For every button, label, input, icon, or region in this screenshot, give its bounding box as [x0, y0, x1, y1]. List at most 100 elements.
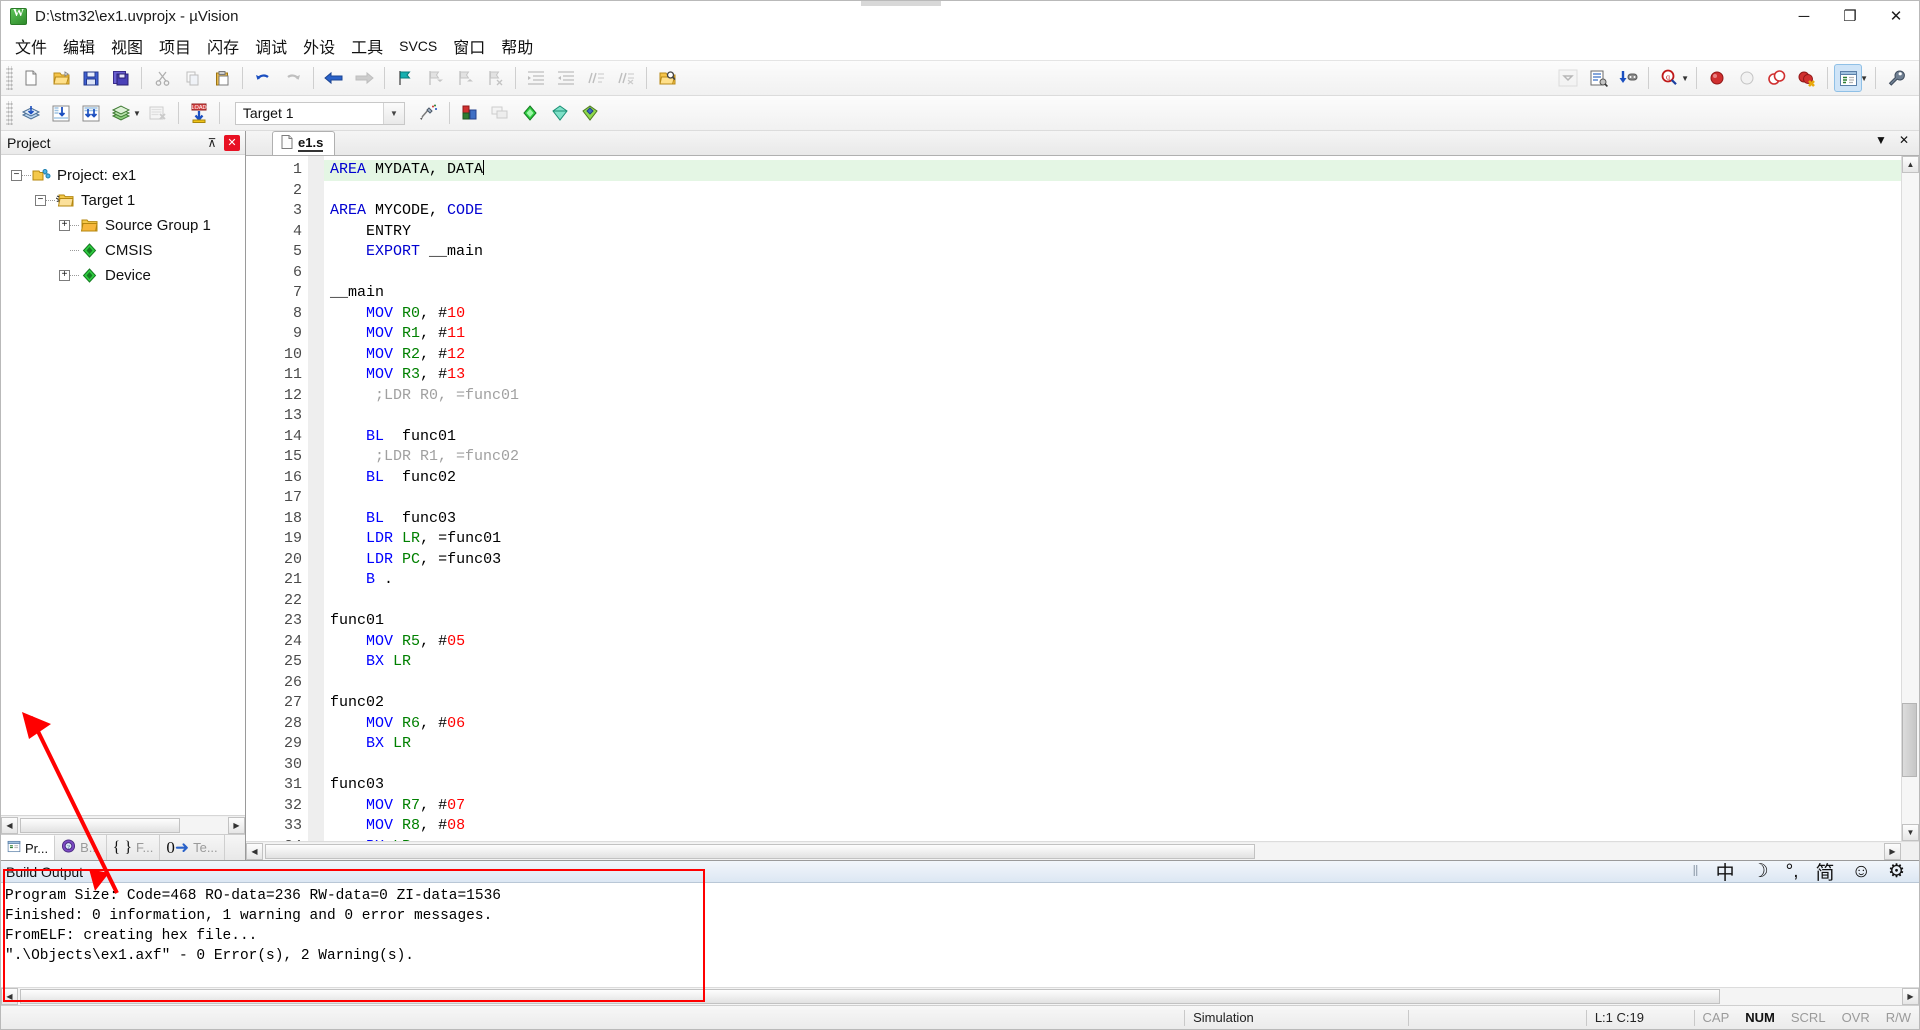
pack-installer-icon[interactable]: [516, 99, 544, 127]
code-line[interactable]: AREA MYCODE, CODE: [330, 201, 1901, 222]
cut-icon[interactable]: [148, 64, 176, 92]
tree-item-cmsis[interactable]: CMSIS: [1, 238, 245, 263]
multi-project-icon[interactable]: [486, 99, 514, 127]
project-window-icon[interactable]: [1834, 64, 1863, 92]
menu-item-view[interactable]: 视图: [103, 31, 151, 61]
menu-item-edit[interactable]: 编辑: [55, 31, 103, 61]
ime-settings-icon[interactable]: ⚙: [1888, 860, 1905, 883]
save-all-icon[interactable]: [107, 64, 135, 92]
menu-item-help[interactable]: 帮助: [493, 31, 541, 61]
expander-collapse-icon[interactable]: −: [35, 195, 46, 206]
pin-icon[interactable]: ⊼: [203, 134, 221, 152]
hscroll-track[interactable]: [263, 842, 1884, 860]
code-line[interactable]: [330, 406, 1901, 427]
ime-punctuation-icon[interactable]: °,: [1786, 861, 1799, 883]
code-line[interactable]: MOV R1, #11: [330, 324, 1901, 345]
toolbar-grip[interactable]: [6, 101, 13, 125]
code-line[interactable]: MOV R5, #05: [330, 632, 1901, 653]
code-line[interactable]: BL func01: [330, 427, 1901, 448]
menu-item-project[interactable]: 项目: [151, 31, 199, 61]
find-in-files-icon[interactable]: [653, 64, 681, 92]
debug-settings-icon[interactable]: [1614, 64, 1642, 92]
menu-item-file[interactable]: 文件: [7, 31, 55, 61]
vscroll-thumb[interactable]: [1902, 703, 1917, 777]
code-line[interactable]: MOV R8, #08: [330, 816, 1901, 837]
code-editor[interactable]: 1 2 3 4 5 6 7 8 9 10 11 12 13 14 15 16 17 18 19 20 21 22 23 24 2…: [246, 156, 1901, 841]
uncomment-icon[interactable]: [612, 64, 640, 92]
code-line[interactable]: ENTRY: [330, 222, 1901, 243]
translate-icon[interactable]: [17, 99, 45, 127]
stop-build-icon[interactable]: [144, 99, 172, 127]
code-line[interactable]: ;LDR R1, =func02: [330, 447, 1901, 468]
maximize-button[interactable]: ❐: [1827, 1, 1873, 31]
redo-icon[interactable]: [279, 64, 307, 92]
scroll-right-button[interactable]: ▶: [1884, 842, 1901, 860]
manage-rte-icon[interactable]: [546, 99, 574, 127]
code-line[interactable]: BX LR: [330, 652, 1901, 673]
scroll-left-button[interactable]: ◀: [1, 988, 18, 1005]
expander-collapse-icon[interactable]: −: [11, 170, 22, 181]
scroll-right-button[interactable]: ▶: [228, 816, 245, 834]
close-icon[interactable]: ✕: [224, 134, 240, 151]
find-icon[interactable]: q: [1655, 64, 1683, 92]
code-line[interactable]: func03: [330, 775, 1901, 796]
ime-simplified-icon[interactable]: 简: [1816, 858, 1835, 885]
code-lines[interactable]: AREA MYDATA, DATA AREA MYCODE, CODE ENTR…: [324, 156, 1901, 841]
target-select[interactable]: Target 1 ▼: [234, 101, 405, 125]
tab-templates[interactable]: 0➜ Te...: [160, 835, 225, 860]
code-line[interactable]: [330, 181, 1901, 202]
batch-build-icon[interactable]: [107, 99, 135, 127]
bookmark-clear-icon[interactable]: [481, 64, 509, 92]
save-icon[interactable]: [77, 64, 105, 92]
scroll-left-button[interactable]: ◀: [246, 842, 263, 860]
manage-components-icon[interactable]: [456, 99, 484, 127]
code-line[interactable]: [330, 591, 1901, 612]
hscroll-thumb[interactable]: [20, 989, 1720, 1004]
bookmark-toggle-icon[interactable]: [391, 64, 419, 92]
code-line[interactable]: BL func02: [330, 468, 1901, 489]
configure-icon[interactable]: [1584, 64, 1612, 92]
menu-item-peripherals[interactable]: 外设: [295, 31, 343, 61]
code-line[interactable]: AREA MYDATA, DATA: [324, 160, 1901, 181]
toolbar-grip[interactable]: [6, 66, 13, 90]
editor-hscrollbar[interactable]: ◀ ▶: [246, 841, 1919, 860]
close-button[interactable]: ✕: [1873, 1, 1919, 31]
hscroll-thumb[interactable]: [265, 843, 1255, 859]
hscroll-track[interactable]: [18, 988, 1902, 1005]
open-file-icon[interactable]: [47, 64, 75, 92]
menu-item-svcs[interactable]: SVCS: [391, 35, 445, 57]
scroll-down-button[interactable]: ▼: [1902, 824, 1919, 841]
code-line[interactable]: [330, 673, 1901, 694]
tab-dropdown-icon[interactable]: ▼: [1875, 133, 1887, 147]
code-line[interactable]: MOV R3, #13: [330, 365, 1901, 386]
code-line[interactable]: MOV R6, #06: [330, 714, 1901, 735]
code-line[interactable]: MOV R2, #12: [330, 345, 1901, 366]
code-line[interactable]: BX LR: [330, 734, 1901, 755]
tree-item-project[interactable]: − Project: ex1: [1, 163, 245, 188]
project-hscrollbar[interactable]: ◀ ▶: [1, 815, 245, 834]
tree-item-device[interactable]: + Device: [1, 263, 245, 288]
code-line[interactable]: BX LR: [330, 837, 1901, 842]
build-icon[interactable]: [47, 99, 75, 127]
hscroll-track[interactable]: [18, 816, 228, 834]
back-arrow-icon[interactable]: [320, 64, 348, 92]
bookmark-next-icon[interactable]: [451, 64, 479, 92]
outdent-icon[interactable]: [552, 64, 580, 92]
tree-item-target[interactable]: − Target 1: [1, 188, 245, 213]
tree-item-source-group[interactable]: + Source Group 1: [1, 213, 245, 238]
download-icon[interactable]: LOAD: [185, 99, 213, 127]
editor-vscrollbar[interactable]: ▲ ▼: [1901, 156, 1919, 841]
code-line[interactable]: [330, 755, 1901, 776]
ime-emoji-icon[interactable]: ☺: [1852, 861, 1871, 883]
tab-project[interactable]: Pr...: [1, 835, 56, 860]
dropdown-arrow-icon[interactable]: [1554, 64, 1582, 92]
ime-chinese-mode-icon[interactable]: 中: [1716, 858, 1735, 885]
code-line[interactable]: MOV R7, #07: [330, 796, 1901, 817]
code-line[interactable]: BL func03: [330, 509, 1901, 530]
pack-manager-icon[interactable]: [576, 99, 604, 127]
vscroll-track[interactable]: [1902, 173, 1919, 824]
build-output-text[interactable]: Program Size: Code=468 RO-data=236 RW-da…: [1, 883, 1919, 987]
editor-margin-bar[interactable]: [308, 156, 324, 841]
scroll-right-button[interactable]: ▶: [1902, 988, 1919, 1005]
code-line[interactable]: MOV R0, #10: [330, 304, 1901, 325]
